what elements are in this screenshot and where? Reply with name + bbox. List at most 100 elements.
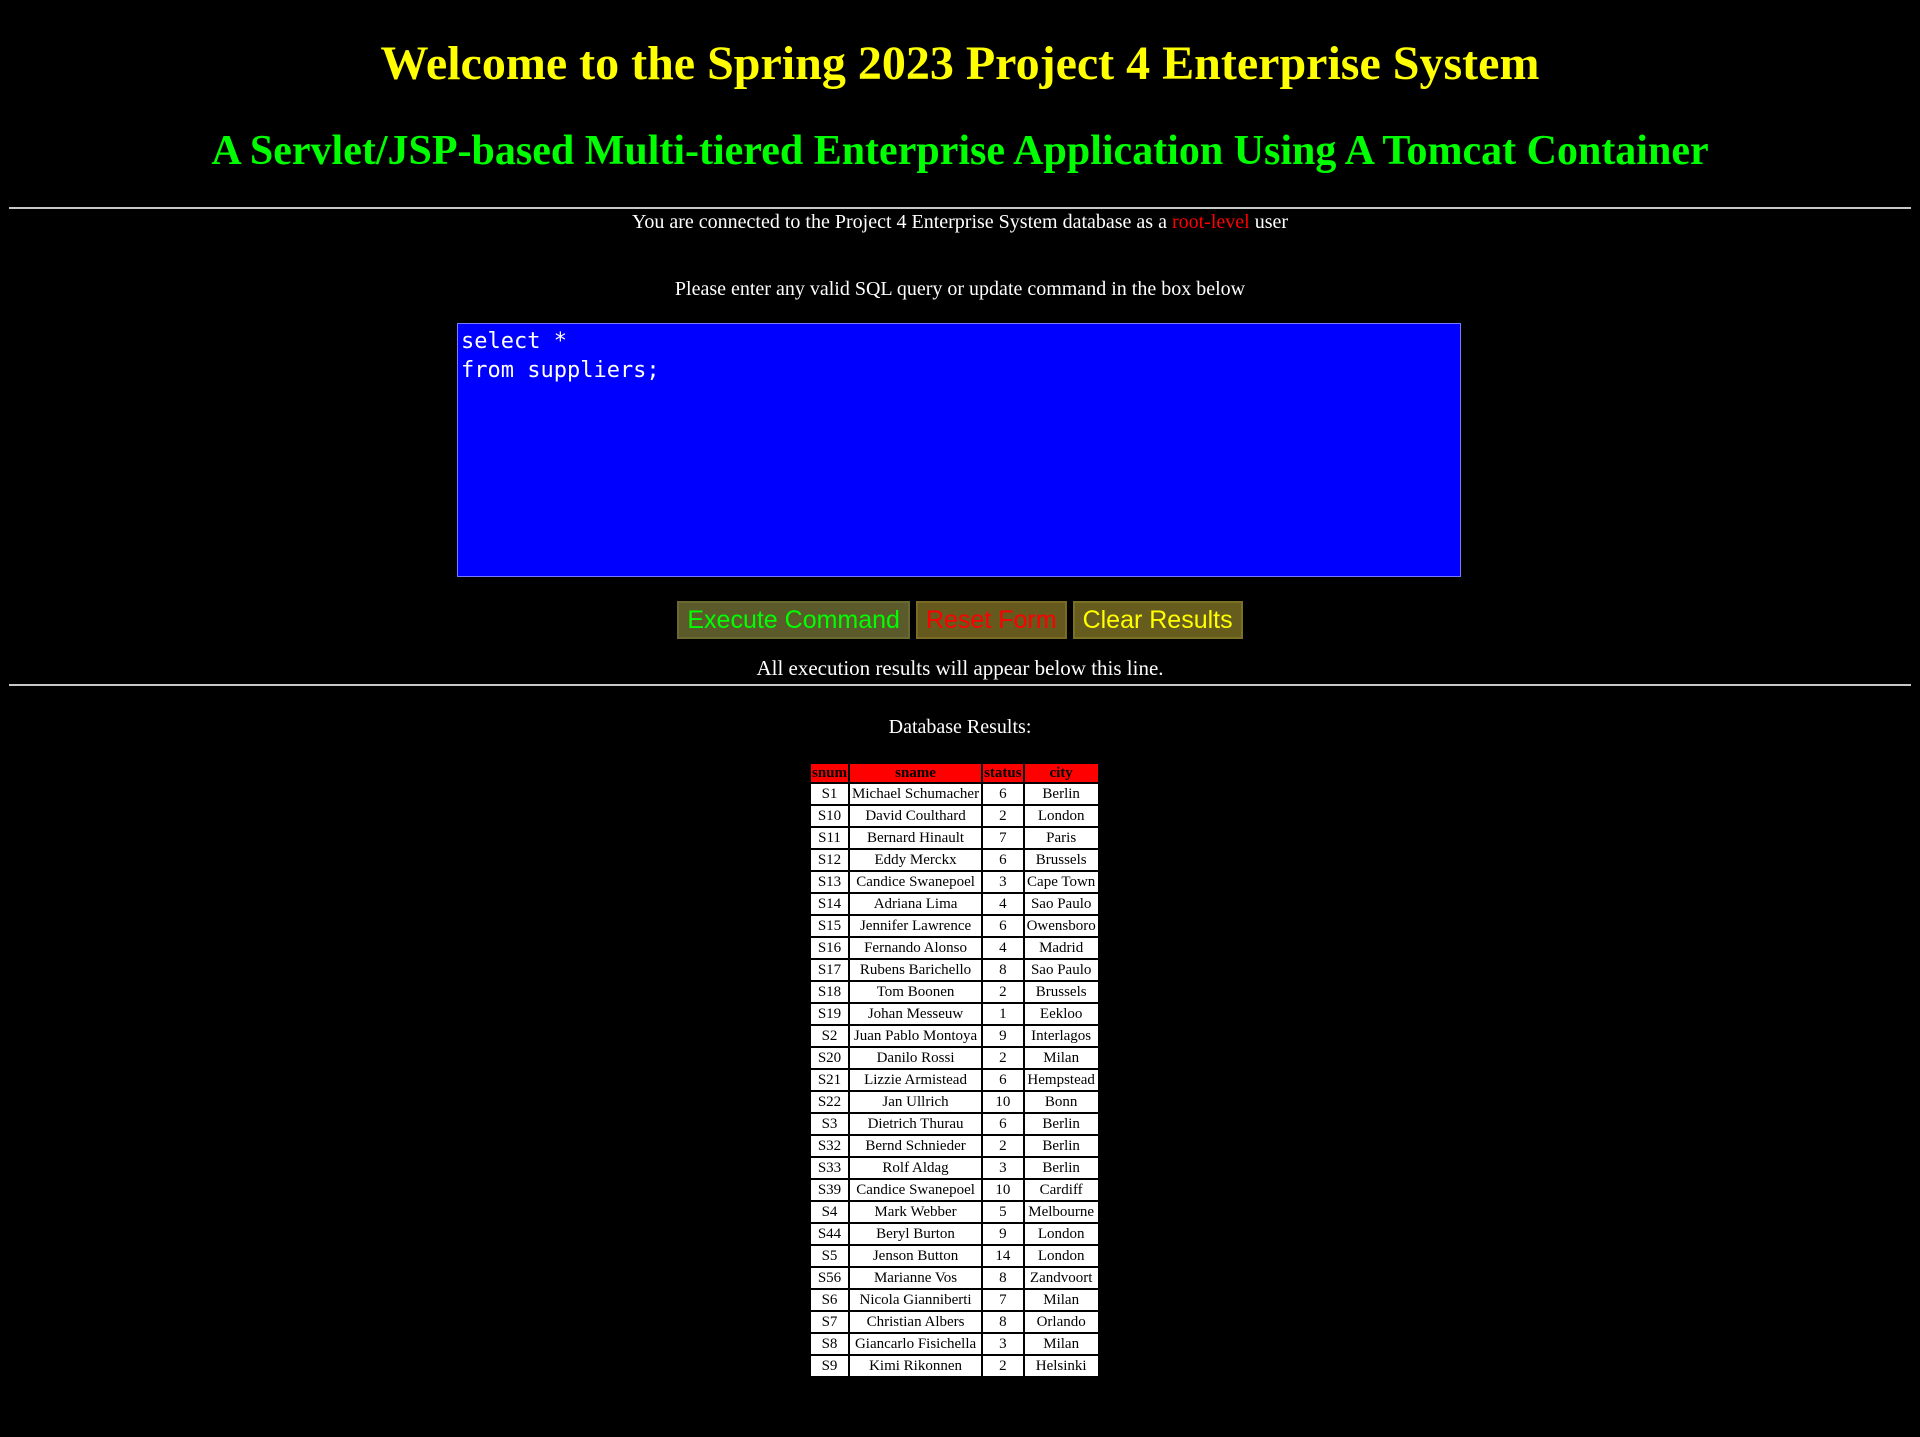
table-row: S4 Mark Webber 5 Melbourne (811, 1202, 1098, 1222)
table-cell-snum: S19 (811, 1004, 849, 1024)
table-cell-sname: Jan Ullrich (850, 1092, 982, 1112)
table-cell-status: 2 (983, 1356, 1023, 1376)
table-cell-sname: Christian Albers (850, 1312, 982, 1332)
user-role: root-level (1171, 211, 1250, 233)
table-row: S22 Jan Ullrich 10 Bonn (811, 1092, 1098, 1112)
table-row: S16 Fernando Alonso 4 Madrid (811, 938, 1098, 958)
table-cell-status: 3 (983, 872, 1023, 892)
column-header-status: status (983, 764, 1023, 782)
table-cell-status: 2 (983, 1136, 1023, 1156)
connection-status: You are connected to the Project 4 Enter… (0, 209, 1920, 235)
table-cell-sname: Jenson Button (850, 1246, 982, 1266)
table-cell-snum: S1 (811, 784, 849, 804)
table-cell-city: Milan (1024, 1048, 1098, 1068)
table-cell-city: London (1024, 1246, 1098, 1266)
table-cell-city: Helsinki (1024, 1356, 1098, 1376)
table-cell-city: Cape Town (1024, 872, 1098, 892)
table-row: S56 Marianne Vos 8 Zandvoort (811, 1268, 1098, 1288)
table-cell-status: 3 (983, 1158, 1023, 1178)
table-cell-sname: Juan Pablo Montoya (850, 1026, 982, 1046)
page-subtitle: A Servlet/JSP-based Multi-tiered Enterpr… (211, 128, 1709, 174)
table-cell-city: Paris (1024, 828, 1098, 848)
table-cell-city: Hempstead (1024, 1070, 1098, 1090)
table-cell-sname: Candice Swanepoel (850, 872, 982, 892)
table-cell-city: Brussels (1024, 982, 1098, 1002)
table-cell-sname: Rubens Barichello (850, 960, 982, 980)
table-cell-status: 3 (983, 1334, 1023, 1354)
table-cell-status: 2 (983, 982, 1023, 1002)
table-cell-sname: Bernard Hinault (850, 828, 982, 848)
table-cell-status: 4 (983, 894, 1023, 914)
table-cell-snum: S33 (811, 1158, 849, 1178)
table-row: S5 Jenson Button 14 London (811, 1246, 1098, 1266)
table-cell-status: 4 (983, 938, 1023, 958)
table-cell-city: Sao Paulo (1024, 894, 1098, 914)
table-cell-city: Milan (1024, 1290, 1098, 1310)
table-cell-city: Bonn (1024, 1092, 1098, 1112)
table-cell-sname: Adriana Lima (850, 894, 982, 914)
table-cell-sname: Giancarlo Fisichella (850, 1334, 982, 1354)
table-cell-sname: Tom Boonen (850, 982, 982, 1002)
clear-results-button[interactable]: Clear Results (1072, 601, 1243, 639)
table-cell-snum: S44 (811, 1224, 849, 1244)
table-row: S8 Giancarlo Fisichella 3 Milan (811, 1334, 1098, 1354)
table-row: S13 Candice Swanepoel 3 Cape Town (811, 872, 1098, 892)
table-cell-snum: S13 (811, 872, 849, 892)
table-row: S2 Juan Pablo Montoya 9 Interlagos (811, 1026, 1098, 1046)
table-cell-snum: S2 (811, 1026, 849, 1046)
execute-command-button[interactable]: Execute Command (677, 601, 910, 639)
table-row: S33 Rolf Aldag 3 Berlin (811, 1158, 1098, 1178)
results-label: Database Results: (888, 716, 1032, 738)
page-title: Welcome to the Spring 2023 Project 4 Ent… (380, 37, 1540, 90)
table-cell-status: 9 (983, 1026, 1023, 1046)
table-row: S39 Candice Swanepoel 10 Cardiff (811, 1180, 1098, 1200)
sql-command-input[interactable]: select * from suppliers; (457, 323, 1461, 577)
table-cell-sname: Michael Schumacher (850, 784, 982, 804)
table-cell-status: 6 (983, 784, 1023, 804)
table-cell-sname: Bernd Schnieder (850, 1136, 982, 1156)
table-cell-sname: Marianne Vos (850, 1268, 982, 1288)
table-cell-city: Madrid (1024, 938, 1098, 958)
table-cell-city: Milan (1024, 1334, 1098, 1354)
table-cell-snum: S10 (811, 806, 849, 826)
connection-prefix: You are connected to the Project 4 Enter… (631, 211, 1172, 233)
table-cell-sname: David Coulthard (850, 806, 982, 826)
table-row: S7 Christian Albers 8 Orlando (811, 1312, 1098, 1332)
table-cell-city: London (1024, 1224, 1098, 1244)
table-cell-status: 1 (983, 1004, 1023, 1024)
column-header-snum: snum (811, 764, 849, 782)
table-cell-snum: S21 (811, 1070, 849, 1090)
table-cell-sname: Candice Swanepoel (850, 1180, 982, 1200)
table-cell-status: 10 (983, 1180, 1023, 1200)
reset-form-button[interactable]: Reset Form (915, 601, 1067, 639)
table-cell-snum: S7 (811, 1312, 849, 1332)
table-cell-sname: Lizzie Armistead (850, 1070, 982, 1090)
table-row: S12 Eddy Merckx 6 Brussels (811, 850, 1098, 870)
table-cell-snum: S32 (811, 1136, 849, 1156)
connection-suffix: user (1249, 211, 1289, 233)
results-note: All execution results will appear below … (756, 656, 1164, 680)
table-cell-city: Zandvoort (1024, 1268, 1098, 1288)
column-header-city: city (1024, 764, 1098, 782)
table-header-row: snum sname status city (811, 764, 1098, 782)
results-table: snum sname status city S1 Michael Schumacher… (809, 762, 1100, 1378)
table-row: S19 Johan Messeuw 1 Eekloo (811, 1004, 1098, 1024)
table-row: S6 Nicola Gianniberti 7 Milan (811, 1290, 1098, 1310)
table-cell-snum: S6 (811, 1290, 849, 1310)
table-cell-status: 5 (983, 1202, 1023, 1222)
table-cell-status: 14 (983, 1246, 1023, 1266)
table-cell-status: 6 (983, 850, 1023, 870)
table-cell-status: 9 (983, 1224, 1023, 1244)
table-cell-city: Eekloo (1024, 1004, 1098, 1024)
table-cell-city: Berlin (1024, 1136, 1098, 1156)
table-row: S3 Dietrich Thurau 6 Berlin (811, 1114, 1098, 1134)
table-cell-sname: Fernando Alonso (850, 938, 982, 958)
table-cell-city: Berlin (1024, 1114, 1098, 1134)
table-cell-sname: Mark Webber (850, 1202, 982, 1222)
table-cell-snum: S9 (811, 1356, 849, 1376)
table-cell-snum: S17 (811, 960, 849, 980)
table-body: S1 Michael Schumacher 6 Berlin S10 David Coul… (811, 784, 1098, 1376)
table-cell-sname: Eddy Merckx (850, 850, 982, 870)
table-row: S14 Adriana Lima 4 Sao Paulo (811, 894, 1098, 914)
table-row: S1 Michael Schumacher 6 Berlin (811, 784, 1098, 804)
